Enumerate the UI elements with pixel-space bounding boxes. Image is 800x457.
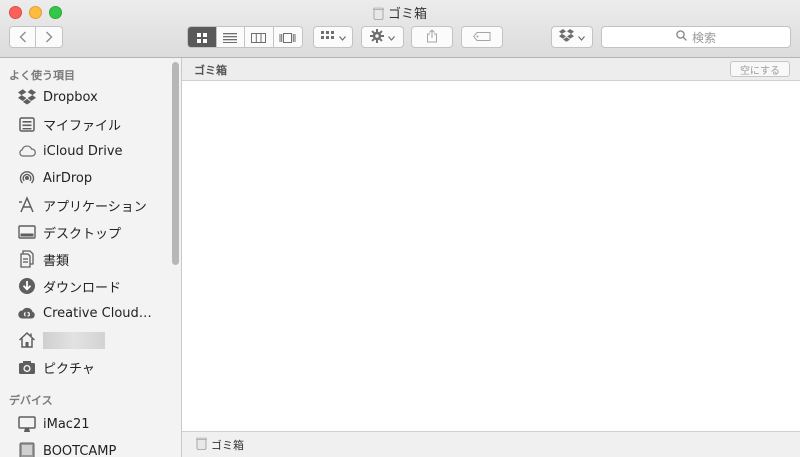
sidebar-item-label: デスクトップ (43, 226, 122, 242)
window-title: ゴミ箱 (0, 3, 800, 24)
applications-icon (17, 195, 37, 215)
search-icon (676, 30, 692, 44)
sidebar-item-label: Creative Cloud… (43, 305, 152, 321)
path-bar-label[interactable]: ゴミ箱 (211, 437, 244, 453)
favorites-header: よく使う項目 (9, 69, 75, 82)
imac-icon (17, 414, 37, 434)
forward-button[interactable] (36, 27, 62, 47)
camera-icon (17, 357, 37, 377)
icon-view-button[interactable] (188, 27, 217, 47)
sidebar-item-label: BOOTCAMP (43, 443, 117, 457)
devices-header: デバイス (9, 394, 53, 407)
trash-icon (373, 7, 384, 24)
sidebar-item-label: アプリケーション (43, 199, 147, 215)
list-view-icon (223, 28, 238, 47)
arrange-grid-icon (320, 30, 335, 44)
desktop-icon (17, 222, 37, 242)
sidebar-item-applications[interactable]: アプリケーション (0, 193, 170, 217)
sidebar-item-airdrop[interactable]: AirDrop (0, 166, 170, 190)
sidebar-scroll-thumb[interactable] (172, 62, 179, 265)
nav-buttons (9, 26, 63, 48)
window-title-text: ゴミ箱 (387, 7, 427, 22)
sidebar-item-creative-cloud[interactable]: Creative Cloud… (0, 301, 170, 325)
chevron-right-icon (45, 28, 53, 47)
share-icon (426, 28, 438, 46)
path-bar: ゴミ箱 (182, 431, 800, 457)
sidebar-item-label: AirDrop (43, 170, 93, 186)
column-view-button[interactable] (245, 27, 274, 47)
arrange-button[interactable] (313, 26, 353, 48)
sidebar-item-downloads[interactable]: ダウンロード (0, 274, 170, 298)
tag-button[interactable] (461, 26, 503, 48)
column-view-icon (251, 28, 267, 47)
sidebar-item-bootcamp[interactable]: BOOTCAMP (0, 439, 170, 457)
documents-icon (17, 249, 37, 269)
cloud-icon (17, 141, 37, 161)
trash-header-bar: ゴミ箱 空にする (182, 58, 800, 81)
sidebar-item-pictures[interactable]: ピクチャ (0, 355, 170, 379)
sidebar-item-imac21[interactable]: iMac21 (0, 412, 170, 436)
coverflow-view-button[interactable] (273, 27, 302, 47)
empty-trash-button[interactable]: 空にする (730, 61, 790, 77)
redacted-username (43, 331, 105, 349)
chevron-down-icon (578, 30, 585, 44)
sidebar-item-icloud-drive[interactable]: iCloud Drive (0, 139, 170, 163)
dropbox-menu-button[interactable] (551, 26, 593, 48)
dropbox-icon (17, 87, 37, 107)
home-icon (17, 330, 37, 350)
disk-icon (17, 441, 37, 457)
download-icon (17, 276, 37, 296)
coverflow-view-icon (279, 28, 296, 47)
chevron-down-icon (388, 30, 395, 44)
tag-icon (473, 30, 491, 44)
sidebar-item-label: ピクチャ (43, 361, 95, 377)
back-button[interactable] (10, 27, 36, 47)
toolbar: ゴミ箱 検索 (0, 0, 800, 58)
gear-icon (370, 28, 384, 46)
airdrop-icon (17, 168, 37, 188)
sidebar-item-label: iMac21 (43, 416, 90, 432)
sidebar: よく使う項目 Dropbox マイファイル iCloud Drive AirDr… (0, 58, 182, 457)
search-field[interactable]: 検索 (601, 26, 791, 48)
sidebar-item-label: ダウンロード (43, 280, 122, 296)
folder-title: ゴミ箱 (194, 64, 227, 77)
dropbox-icon (559, 29, 574, 45)
share-button[interactable] (411, 26, 453, 48)
sidebar-item-my-files[interactable]: マイファイル (0, 112, 170, 136)
view-mode-control (187, 26, 303, 48)
file-area[interactable] (182, 81, 800, 431)
list-view-button[interactable] (216, 27, 245, 47)
sidebar-item-label: マイファイル (43, 118, 122, 134)
main-content: ゴミ箱 空にする ゴミ箱 (182, 58, 800, 457)
action-button[interactable] (361, 26, 404, 48)
finder-window: ゴミ箱 検索 よく使う項目 Dropbox マイファイル iCloud Driv… (0, 0, 800, 457)
icon-view-icon (196, 28, 207, 47)
sidebar-item-label: Dropbox (43, 89, 98, 105)
sidebar-item-documents[interactable]: 書類 (0, 247, 170, 271)
all-my-files-icon (17, 114, 37, 134)
sidebar-item-desktop[interactable]: デスクトップ (0, 220, 170, 244)
search-placeholder: 検索 (691, 30, 716, 45)
chevron-left-icon (19, 28, 27, 47)
sidebar-item-dropbox[interactable]: Dropbox (0, 85, 170, 109)
sidebar-item-home[interactable] (0, 328, 170, 352)
trash-icon (182, 437, 211, 453)
creative-cloud-icon (17, 303, 37, 323)
chevron-down-icon (338, 30, 346, 44)
sidebar-item-label: iCloud Drive (43, 143, 123, 159)
sidebar-item-label: 書類 (43, 253, 70, 269)
